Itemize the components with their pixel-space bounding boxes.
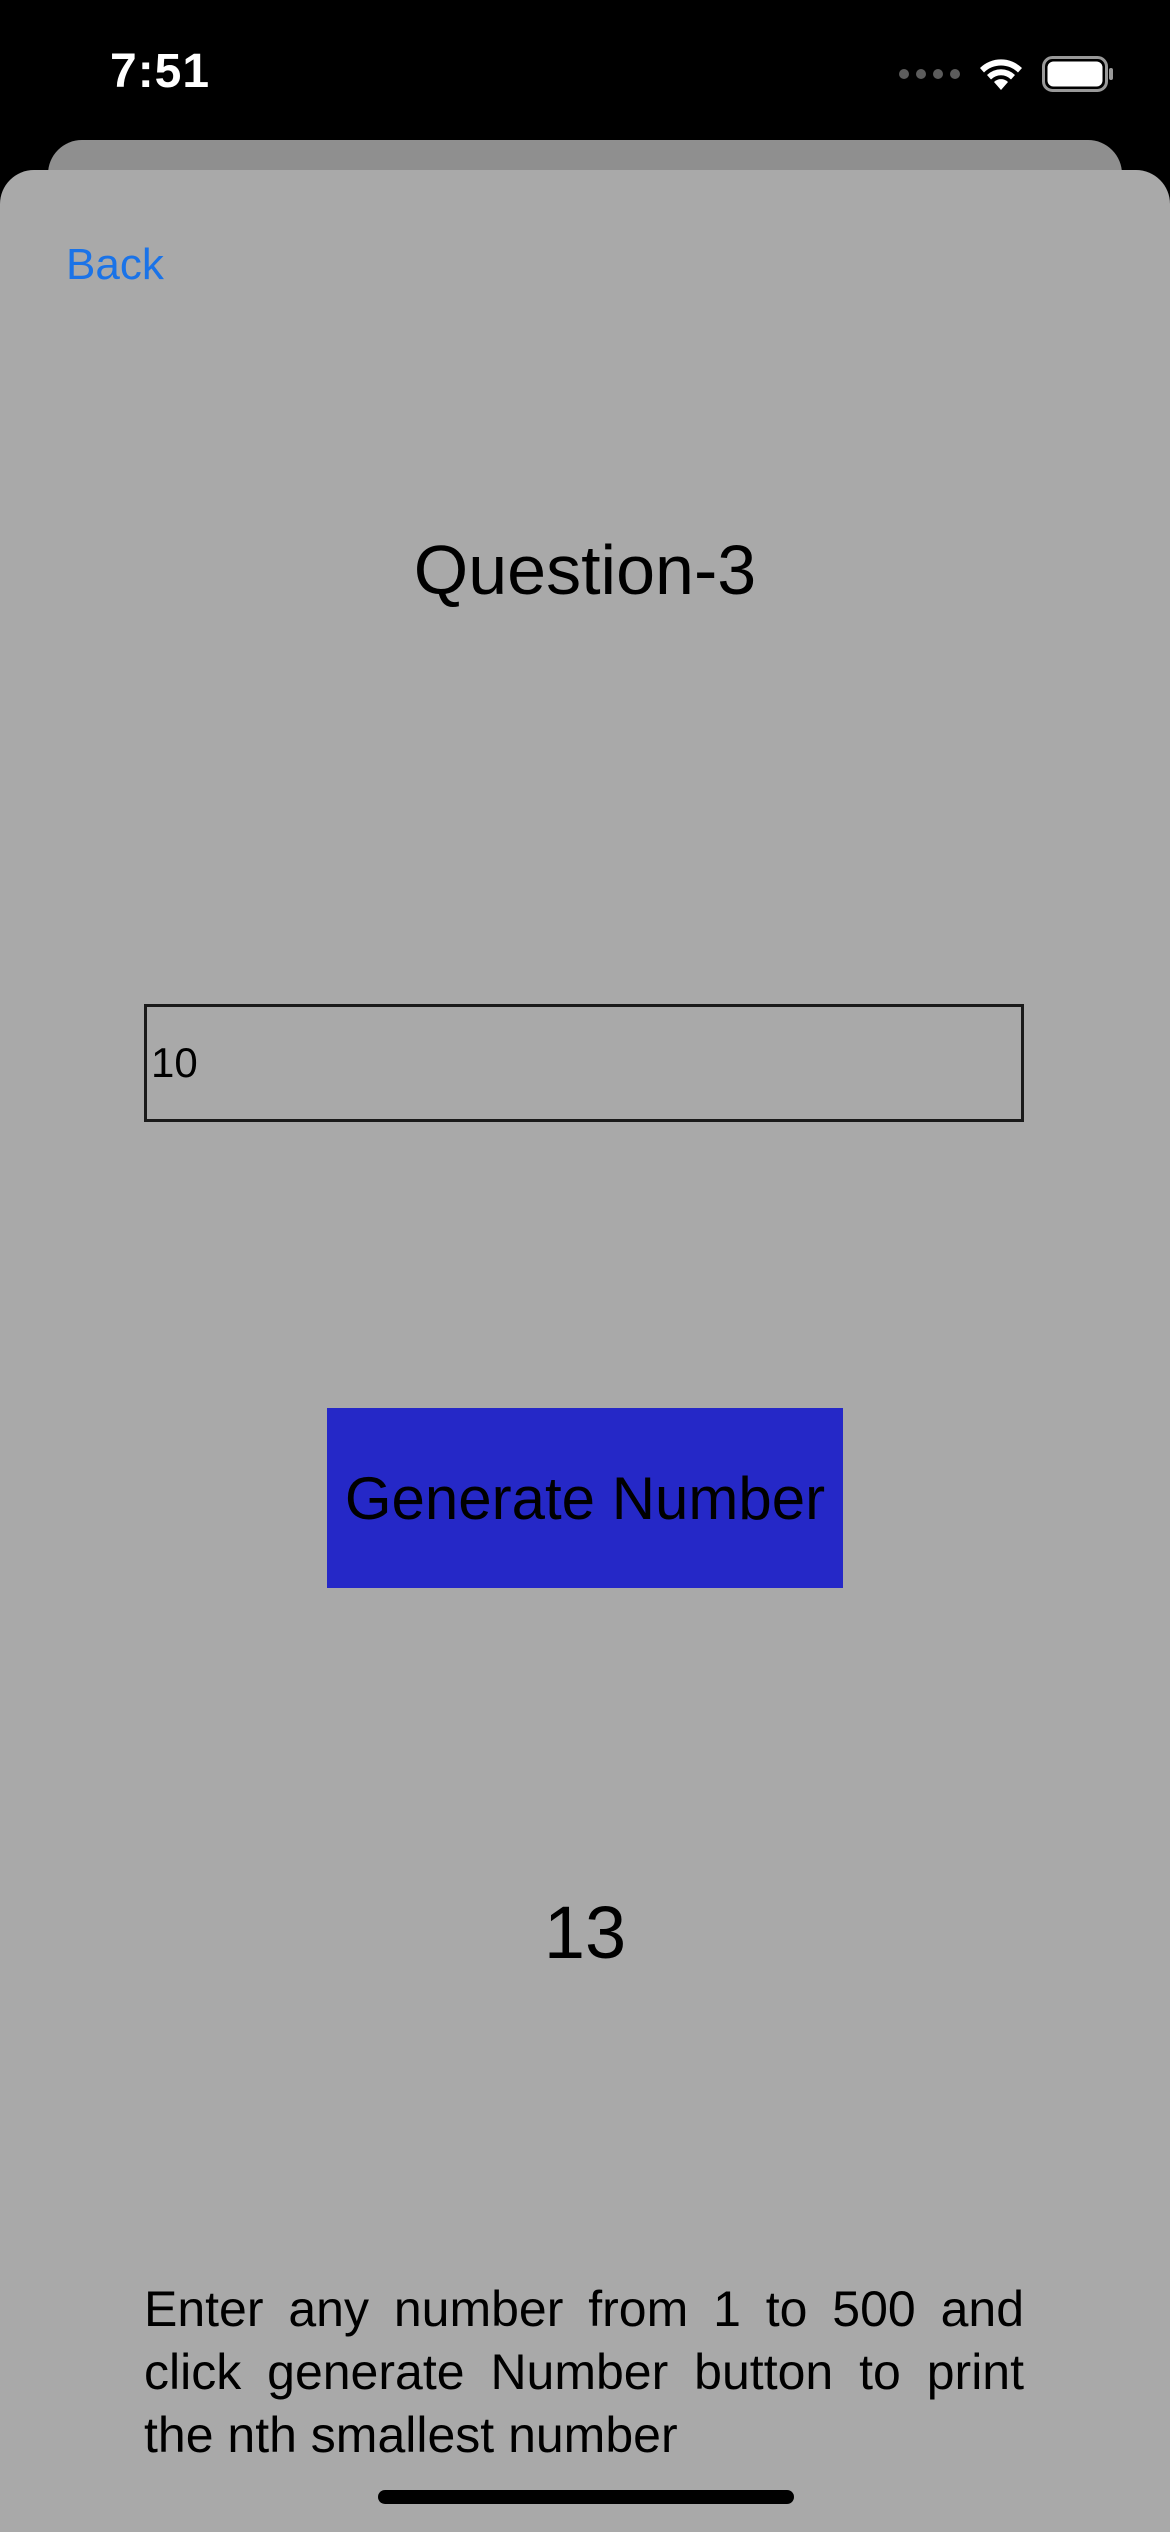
app-screen: 7:51 Back Question-3 Generate Number 13	[0, 0, 1170, 2532]
wifi-icon	[978, 56, 1024, 92]
instructions-text: Enter any number from 1 to 500 and click…	[144, 2281, 1024, 2463]
home-indicator	[378, 2490, 794, 2504]
page-title: Question-3	[413, 531, 757, 609]
result-label: 13	[543, 1891, 627, 1974]
generate-number-button[interactable]: Generate Number	[327, 1408, 843, 1588]
cellular-signal-icon	[899, 69, 960, 79]
modal-sheet: Back Question-3 Generate Number 13 Enter…	[0, 170, 1170, 2532]
battery-icon	[1042, 56, 1114, 92]
back-button[interactable]: Back	[66, 240, 164, 290]
status-icons	[899, 52, 1114, 96]
number-input[interactable]	[144, 1004, 1024, 1122]
status-time: 7:51	[110, 45, 211, 98]
